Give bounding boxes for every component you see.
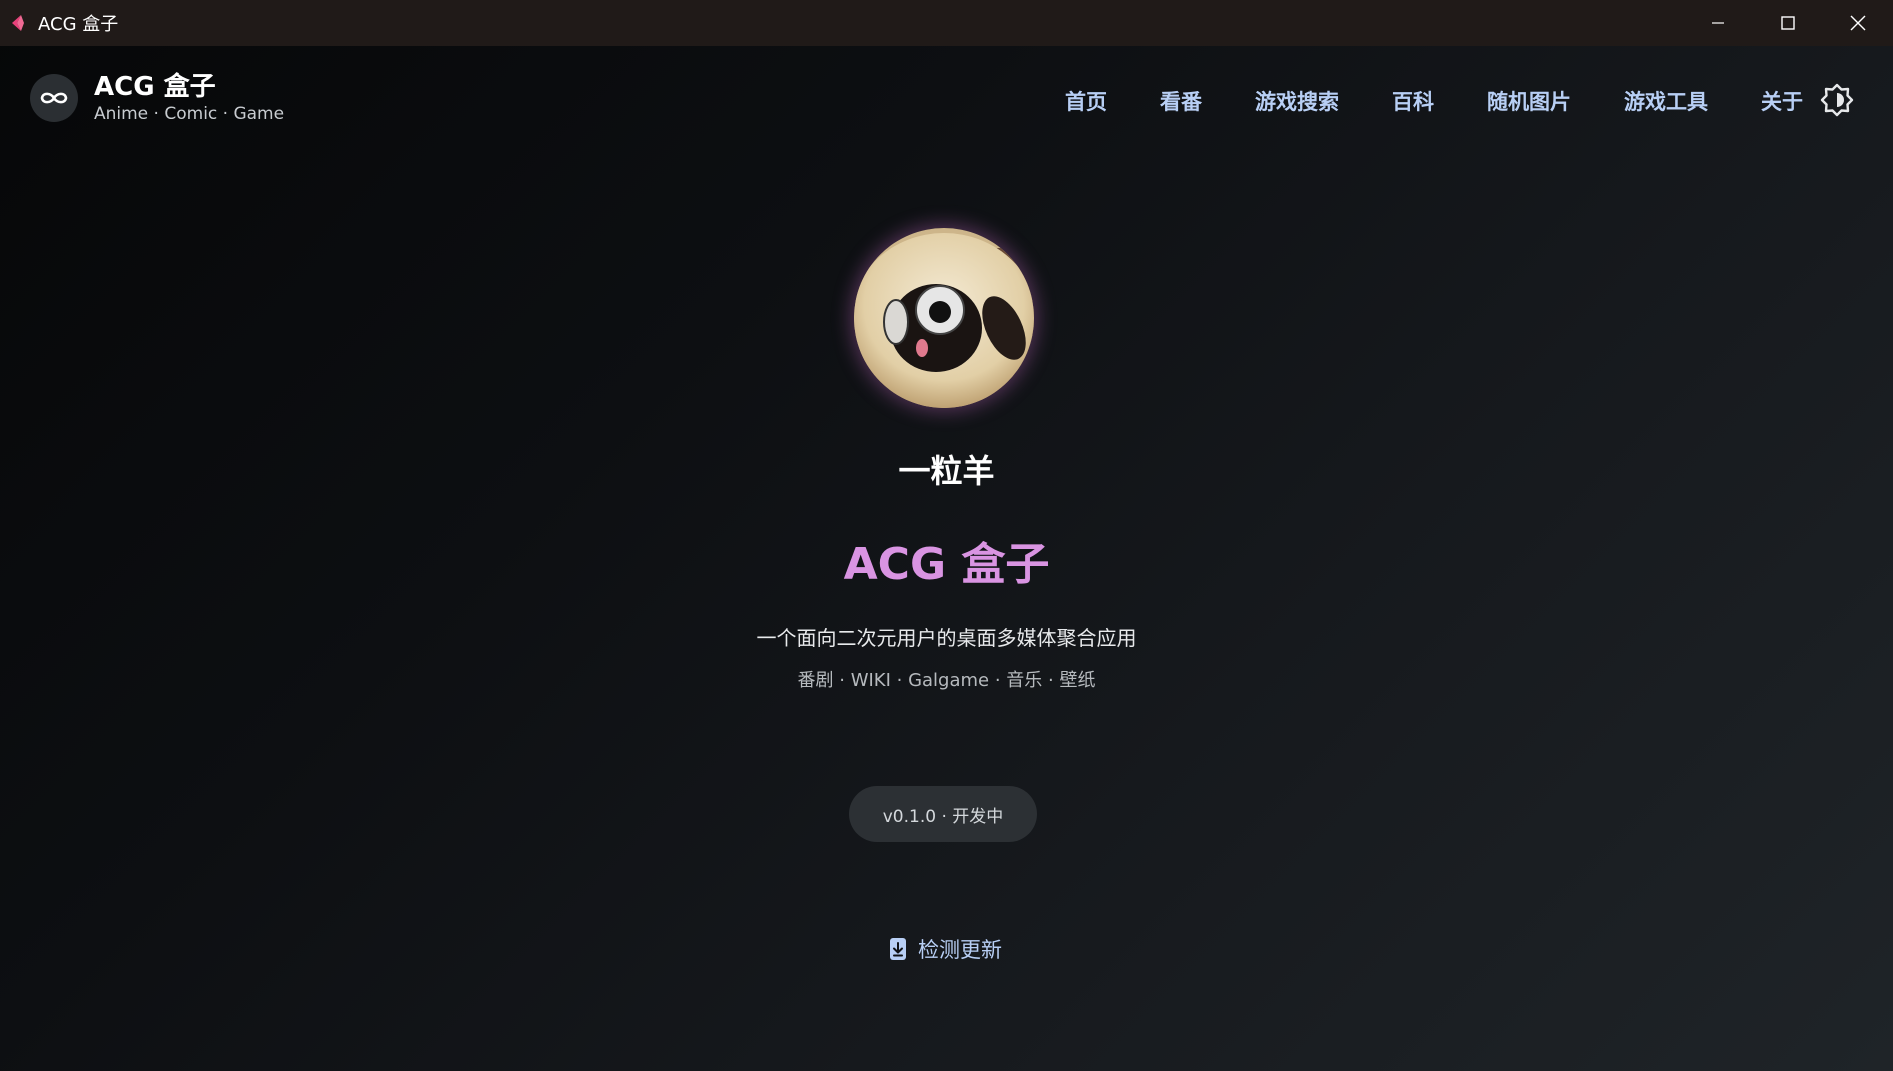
app-icon [4, 0, 30, 46]
nav-game-tools[interactable]: 游戏工具 [1624, 86, 1708, 116]
brand-title: ACG 盒子 [94, 72, 216, 102]
avatar [854, 228, 1034, 408]
close-icon [1850, 15, 1866, 31]
download-icon [888, 936, 908, 962]
nav-about[interactable]: 关于 [1761, 86, 1803, 116]
app-window: ACG 盒子 ACG 盒子 Anime · Comic · Game 首页 看番… [0, 0, 1893, 1071]
check-update-label: 检测更新 [918, 938, 1002, 962]
brand-subtitle: Anime · Comic · Game [94, 104, 285, 124]
minimize-button[interactable] [1683, 0, 1753, 46]
check-update-button[interactable]: 检测更新 [870, 926, 1020, 972]
app-header: ACG 盒子 Anime · Comic · Game 首页 看番 游戏搜索 百… [0, 46, 1893, 156]
feature-tags: 番剧 · WIKI · Galgame · 音乐 · 壁纸 [797, 670, 1096, 691]
version-text: v0.1.0 · 开发中 [882, 806, 1004, 827]
nav-game-search[interactable]: 游戏搜索 [1255, 86, 1339, 116]
window-title: ACG 盒子 [38, 14, 119, 35]
minimize-icon [1712, 22, 1724, 24]
close-button[interactable] [1823, 0, 1893, 46]
theme-toggle-button[interactable] [1817, 80, 1857, 120]
maximize-button[interactable] [1753, 0, 1823, 46]
nav-home[interactable]: 首页 [1065, 86, 1107, 116]
user-name: 一粒羊 [898, 452, 995, 490]
brand-text: ACG 盒子 Anime · Comic · Game [94, 72, 284, 124]
app-name: ACG 盒子 [843, 539, 1050, 590]
brand[interactable]: ACG 盒子 Anime · Comic · Game [30, 72, 284, 124]
nav-anime[interactable]: 看番 [1160, 86, 1202, 116]
maximize-icon [1781, 16, 1795, 30]
app-description: 一个面向二次元用户的桌面多媒体聚合应用 [756, 626, 1137, 650]
infinity-icon [40, 92, 68, 104]
brand-logo [30, 74, 78, 122]
main-nav: 首页 看番 游戏搜索 百科 随机图片 游戏工具 关于 [1012, 86, 1803, 116]
window-controls [1683, 0, 1893, 46]
about-page: 一粒羊 ACG 盒子 一个面向二次元用户的桌面多媒体聚合应用 番剧 · WIKI… [0, 156, 1893, 1071]
title-bar: ACG 盒子 [0, 0, 1893, 46]
version-badge: v0.1.0 · 开发中 [849, 786, 1037, 842]
avatar-image [854, 228, 1034, 408]
nav-wiki[interactable]: 百科 [1392, 86, 1434, 116]
brightness-icon [1820, 83, 1854, 117]
nav-random-image[interactable]: 随机图片 [1487, 86, 1571, 116]
